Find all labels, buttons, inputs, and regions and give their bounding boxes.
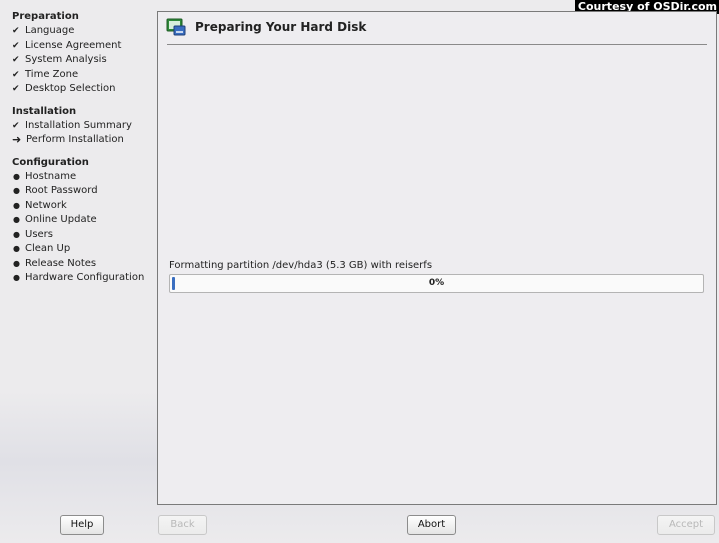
step-time-zone: ✔ Time Zone [12, 68, 156, 83]
bullet-icon: ● [13, 200, 20, 210]
help-button[interactable]: Help [60, 515, 104, 535]
step-label: Installation Summary [25, 119, 132, 131]
step-desktop-selection: ✔ Desktop Selection [12, 82, 156, 97]
sidebar-section-installation: Installation ✔ Installation Summary ➜ Perf… [12, 105, 156, 148]
sidebar-steps: Preparation ✔ Language ✔ License Agreement… [0, 0, 156, 510]
step-root-password: ● Root Password [12, 184, 156, 199]
sidebar-section-title: Preparation [12, 11, 79, 22]
step-label: System Analysis [25, 54, 107, 65]
step-license-agreement: ✔ License Agreement [12, 39, 156, 54]
step-hostname: ● Hostname [12, 170, 156, 185]
sidebar-section-preparation: Preparation ✔ Language ✔ License Agreement… [12, 10, 156, 97]
step-label: Root Password [25, 185, 98, 196]
bullet-icon: ● [13, 244, 20, 253]
step-label: Users [25, 228, 54, 240]
step-perform-installation: ➜ Perform Installation [12, 133, 156, 148]
bullet-icon: ● [13, 258, 20, 268]
arrow-right-icon: ➜ [12, 133, 22, 146]
checkmark-icon: ✔ [12, 84, 20, 94]
back-button[interactable]: Back [158, 515, 207, 535]
step-label: Clean Up [25, 243, 71, 254]
abort-button[interactable]: Abort [407, 515, 456, 535]
header-divider [167, 44, 707, 45]
progress-label: Formatting partition /dev/hda3 (5.3 GB) … [169, 260, 433, 271]
checkmark-icon: ✔ [12, 55, 20, 65]
hard-disk-icon [166, 18, 186, 36]
step-label: Network [25, 199, 67, 211]
step-label: Release Notes [25, 257, 97, 269]
step-network: ● Network [12, 199, 156, 214]
step-label: Desktop Selection [25, 83, 116, 94]
step-online-update: ● Online Update [12, 213, 156, 228]
sidebar-section-title: Configuration [12, 156, 89, 168]
progress-bar: 0% [169, 274, 704, 293]
bullet-icon: ● [13, 273, 20, 282]
main-panel: Preparing Your Hard Disk Formatting part… [157, 11, 717, 505]
step-users: ● Users [12, 228, 156, 243]
page-title: Preparing Your Hard Disk [195, 20, 367, 34]
bullet-icon: ● [13, 186, 20, 195]
bullet-icon: ● [13, 171, 20, 181]
checkmark-icon: ✔ [12, 120, 20, 131]
bullet-icon: ● [13, 229, 20, 239]
step-system-analysis: ✔ System Analysis [12, 53, 156, 68]
step-label: Time Zone [25, 68, 79, 80]
page-header: Preparing Your Hard Disk [166, 16, 366, 38]
sidebar-section-configuration: Configuration ● Hostname ● Root Password ●… [12, 156, 156, 286]
step-label: Hostname [25, 170, 77, 182]
checkmark-icon: ✔ [12, 40, 20, 51]
step-language: ✔ Language [12, 24, 156, 39]
step-installation-summary: ✔ Installation Summary [12, 119, 156, 134]
step-label: Hardware Configuration [25, 272, 145, 283]
sidebar-section-title: Installation [12, 105, 77, 117]
checkmark-icon: ✔ [12, 26, 20, 36]
step-label: License Agreement [25, 39, 122, 51]
accept-button[interactable]: Accept [657, 515, 715, 535]
step-clean-up: ● Clean Up [12, 242, 156, 257]
step-label: Online Update [25, 214, 97, 225]
step-label: Language [25, 25, 75, 36]
step-label: Perform Installation [26, 134, 124, 145]
progress-percent: 0% [428, 278, 445, 288]
step-release-notes: ● Release Notes [12, 257, 156, 272]
checkmark-icon: ✔ [12, 69, 20, 80]
bullet-icon: ● [13, 215, 20, 224]
step-hardware-configuration: ● Hardware Configuration [12, 271, 156, 286]
